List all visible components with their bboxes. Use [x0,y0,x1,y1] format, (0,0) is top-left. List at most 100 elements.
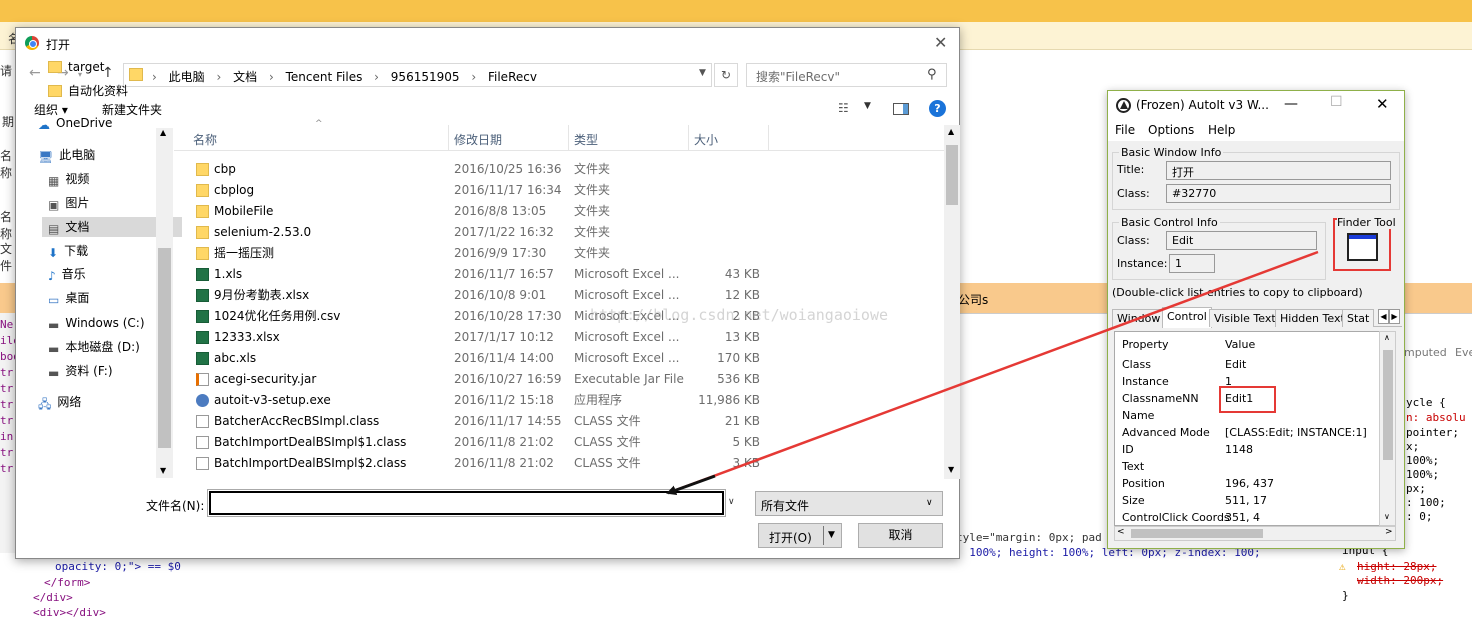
column-date[interactable]: 修改日期 [454,131,502,148]
nav-item-cloud[interactable]: ☁ OneDrive [32,113,112,133]
property-name[interactable]: Position [1122,475,1165,492]
preview-pane-icon[interactable] [893,103,909,115]
scroll-left-icon[interactable]: < [1117,527,1125,537]
maximize-icon[interactable]: ☐ [1330,94,1343,110]
address-bar[interactable]: › 此电脑 › 文档 › Tencent Files › 956151905 ›… [123,63,712,87]
menu-help[interactable]: Help [1208,123,1235,137]
close-icon[interactable]: ✕ [934,33,947,52]
nav-item-video[interactable]: ▦ 视频 [42,169,89,189]
property-value[interactable]: 196, 437 [1225,475,1274,492]
refresh-icon[interactable]: ↻ [714,63,738,87]
chevron-down-icon[interactable]: ▼ [828,530,835,540]
property-name[interactable]: ControlClick Coords [1122,509,1230,525]
property-value[interactable]: [CLASS:Edit; INSTANCE:1] [1225,424,1367,441]
column-name[interactable]: 名称 [193,131,217,148]
back-arrow-icon[interactable]: ← [29,65,41,81]
tab-computed[interactable]: mputed [1404,346,1447,359]
nav-scrollbar[interactable]: ▲ ▼ [156,128,173,478]
scroll-thumb[interactable] [1131,529,1263,538]
header-value[interactable]: Value [1225,336,1255,353]
breadcrumb-item[interactable]: 文档 [233,70,257,84]
scroll-down-icon[interactable]: ▼ [948,465,954,474]
file-row[interactable]: 12333.xlsx 2017/1/17 10:12 Microsoft Excel… [174,327,944,348]
title-field[interactable]: 打开 [1166,161,1391,180]
file-list-scrollbar[interactable]: ▲ ▼ [944,125,960,479]
tab-control[interactable]: Control [1162,307,1212,328]
scroll-right-icon[interactable]: > [1385,527,1393,537]
finder-tool-icon[interactable] [1347,233,1378,261]
tab-visible-text[interactable]: Visible Text [1209,309,1281,327]
properties-scrollbar[interactable]: ∧ ∨ [1379,331,1396,526]
minimize-icon[interactable]: — [1284,96,1298,112]
help-icon[interactable]: ? [929,100,946,117]
scroll-thumb[interactable] [1383,350,1393,460]
nav-item-pc[interactable]: 🖥 此电脑 [32,145,95,165]
dialog-titlebar[interactable]: 打开 ✕ [16,28,959,60]
scroll-up-icon[interactable]: ▲ [948,127,954,136]
file-row[interactable]: cbplog 2016/11/17 16:34 文件夹 [174,180,944,201]
property-name[interactable]: ClassnameNN [1122,390,1199,407]
instance-field[interactable]: 1 [1169,254,1215,273]
view-options-icon[interactable]: ☷ [838,101,849,115]
column-size[interactable]: 大小 [694,131,718,148]
breadcrumb-item[interactable]: 956151905 [391,70,460,84]
header-property[interactable]: Property [1122,336,1169,353]
property-name[interactable]: Text [1122,458,1144,475]
chevron-down-icon[interactable]: ▼ [864,101,871,111]
scroll-down-icon[interactable]: ∨ [1384,512,1390,521]
arrow-left-icon[interactable]: ◀ [1378,309,1389,324]
nav-item-network[interactable]: 🖧 网络 [32,392,81,412]
property-name[interactable]: ID [1122,441,1134,458]
breadcrumb-item[interactable]: FileRecv [488,70,537,84]
scroll-up-icon[interactable]: ▲ [160,128,166,137]
tab-statusbar[interactable]: Stat [1342,309,1375,327]
nav-item-music[interactable]: ♪ 音乐 [42,264,86,284]
file-row[interactable]: abc.xls 2016/11/4 14:00 Microsoft Excel ..… [174,348,944,369]
property-name[interactable]: Instance [1122,373,1169,390]
file-row[interactable]: MobileFile 2016/8/8 13:05 文件夹 [174,201,944,222]
file-row[interactable]: autoit-v3-setup.exe 2016/11/2 15:18 应用程序 11… [174,390,944,411]
property-name[interactable]: Class [1122,356,1151,373]
nav-item-desktop[interactable]: ▭ 桌面 [42,288,89,308]
search-input[interactable]: 搜索"FileRecv" ⚲ [746,63,947,87]
property-name[interactable]: Name [1122,407,1154,424]
file-row[interactable]: BatchImportDealBSImpl$1.class 2016/11/8 2… [174,432,944,453]
autoit-titlebar[interactable]: (Frozen) AutoIt v3 W... — ☐ ✕ [1108,91,1404,121]
control-class-field[interactable]: Edit [1166,231,1317,250]
property-name[interactable]: Advanced Mode [1122,424,1210,441]
scroll-thumb[interactable] [158,248,171,448]
column-type[interactable]: 类型 [574,131,598,148]
tab-scroll-arrows[interactable]: ◀ ▶ [1378,309,1402,325]
file-row[interactable]: selenium-2.53.0 2017/1/22 16:32 文件夹 [174,222,944,243]
file-row[interactable]: cbp 2016/10/25 16:36 文件夹 [174,159,944,180]
properties-hscrollbar[interactable]: < > [1114,526,1396,541]
scroll-down-icon[interactable]: ▼ [160,466,166,475]
menu-options[interactable]: Options [1148,123,1194,137]
class-field[interactable]: #32770 [1166,184,1391,203]
property-value[interactable]: Edit [1225,356,1246,373]
scroll-up-icon[interactable]: ∧ [1384,333,1390,342]
nav-item-drive[interactable]: ▬ Windows (C:) [42,313,145,333]
menu-file[interactable]: File [1115,123,1135,137]
nav-item-folder[interactable]: 自动化资料 [42,81,128,101]
nav-item-folder[interactable]: target [42,57,105,77]
open-button[interactable]: 打开(O) ▼ [758,523,842,548]
chevron-down-icon[interactable]: ▼ [699,68,706,78]
filename-input[interactable] [207,489,726,517]
chevron-down-icon[interactable]: ∨ [728,497,735,507]
scroll-thumb[interactable] [946,145,958,205]
property-value[interactable]: 351, 4 [1225,509,1260,525]
breadcrumb-item[interactable]: 此电脑 [169,70,205,84]
filetype-select[interactable]: 所有文件 ∨ [755,491,943,516]
cancel-button[interactable]: 取消 [858,523,943,548]
nav-item-download[interactable]: ⬇ 下载 [42,241,88,261]
file-row[interactable]: BatcherAccRecBSImpl.class 2016/11/17 14:5… [174,411,944,432]
file-row[interactable]: acegi-security.jar 2016/10/27 16:59 Execut… [174,369,944,390]
file-row[interactable]: BatchImportDealBSImpl$2.class 2016/11/8 2… [174,453,944,474]
nav-item-image[interactable]: ▣ 图片 [42,193,89,213]
property-value[interactable]: 511, 17 [1225,492,1267,509]
file-row[interactable]: 1.xls 2016/11/7 16:57 Microsoft Excel ... 4… [174,264,944,285]
nav-item-drive[interactable]: ▬ 资料 (F:) [42,361,113,381]
file-row[interactable]: 9月份考勤表.xlsx 2016/10/8 9:01 Microsoft Excel… [174,285,944,306]
tab-hidden-text[interactable]: Hidden Text [1275,309,1350,327]
